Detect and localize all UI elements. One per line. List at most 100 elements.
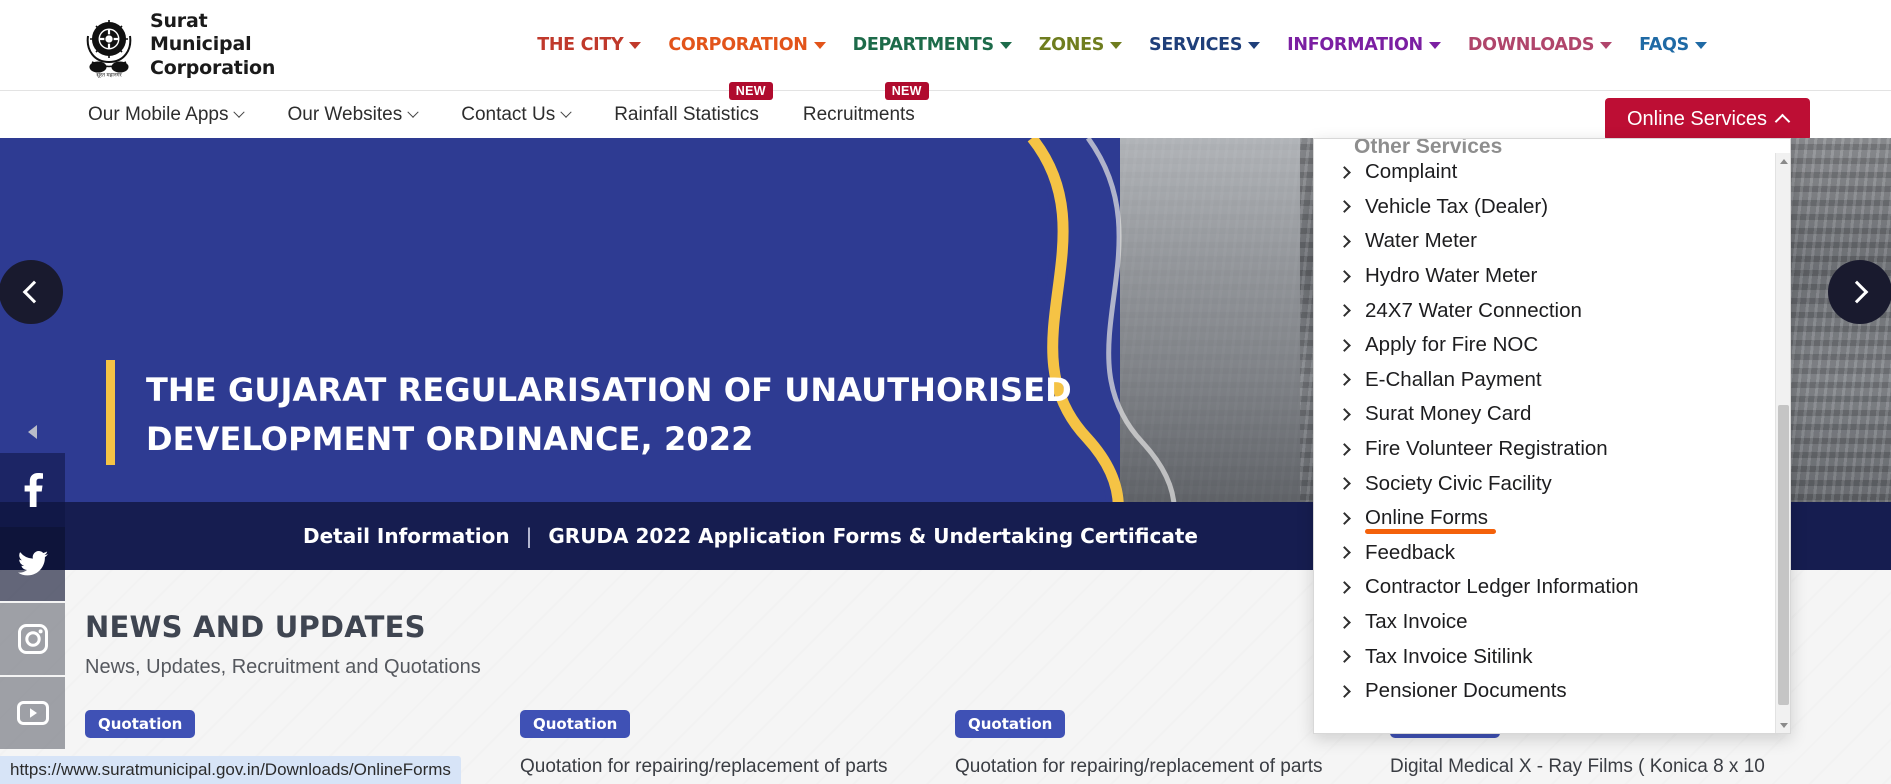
logo-text: Surat Municipal Corporation (150, 10, 275, 80)
social-rail-toggle[interactable] (0, 410, 65, 453)
subnav-label: Our Websites (287, 103, 403, 125)
dropdown-item-complaint[interactable]: Complaint (1314, 155, 1776, 190)
chevron-right-icon (1338, 304, 1351, 318)
surat-municipal-emblem-icon: सूरत महानगर (80, 12, 138, 78)
dropdown-item-label: Tax Invoice Sitilink (1365, 644, 1533, 668)
chevron-right-icon (1338, 373, 1351, 387)
dropdown-item-contractor-ledger-information[interactable]: Contractor Ledger Information (1314, 570, 1776, 605)
nav-label: ZONES (1038, 35, 1105, 55)
chevron-right-icon (1338, 477, 1351, 491)
dropdown-item-hydro-water-meter[interactable]: Hydro Water Meter (1314, 259, 1776, 294)
nav-item-downloads[interactable]: DOWNLOADS (1467, 35, 1613, 55)
chevron-down-icon (233, 106, 246, 118)
hero-accent-bar (106, 360, 115, 465)
dropdown-item-label: Fire Volunteer Registration (1365, 437, 1608, 461)
status-bar-url: https://www.suratmunicipal.gov.in/Downlo… (10, 760, 451, 779)
scrollbar-thumb[interactable] (1778, 405, 1789, 705)
subnav-label: Rainfall Statistics (614, 103, 759, 125)
subnav-item-contact-us[interactable]: Contact Us (461, 103, 572, 126)
collapse-left-icon (28, 424, 37, 439)
scroll-down-arrow-icon[interactable] (1776, 717, 1790, 733)
chevron-down-icon (560, 106, 572, 118)
dropdown-item-label: Online Forms (1365, 506, 1489, 530)
nav-label: THE CITY (537, 35, 624, 55)
dropdown-item-label: Vehicle Tax (Dealer) (1365, 194, 1549, 218)
status-badge: Quotation (955, 710, 1066, 738)
hero-title: THE GUJARAT REGULARISATION OF UNAUTHORIS… (146, 366, 1146, 463)
subnav-item-recruitments[interactable]: Recruitments NEW (802, 81, 929, 126)
hero-title-line-1: THE GUJARAT REGULARISATION OF UNAUTHORIS… (146, 371, 1072, 409)
nav-label: DOWNLOADS (1467, 35, 1595, 55)
news-section-title: NEWS AND UPDATES (85, 610, 426, 644)
dropdown-item-label: Water Meter (1365, 229, 1478, 253)
social-link-instagram[interactable] (0, 601, 65, 675)
social-link-youtube[interactable] (0, 675, 65, 749)
chevron-right-icon (1338, 615, 1351, 629)
logo-line-1: Surat (150, 10, 208, 33)
dropdown-item-e-challan-payment[interactable]: E-Challan Payment (1314, 363, 1776, 398)
chevron-right-icon (1338, 442, 1351, 456)
dropdown-item-surat-money-card[interactable]: Surat Money Card (1314, 397, 1776, 432)
secondary-navigation: Our Mobile Apps Our Websites Contact Us … (0, 81, 1891, 141)
hero-strip-detail-link[interactable]: Detail Information (303, 524, 510, 548)
hero-next-button[interactable] (1828, 260, 1891, 324)
nav-item-zones[interactable]: ZONES (1038, 35, 1123, 55)
subnav-label: Contact Us (461, 103, 556, 125)
dropdown-item-apply-for-fire-noc[interactable]: Apply for Fire NOC (1314, 328, 1776, 363)
dropdown-item-label: 24X7 Water Connection (1365, 298, 1582, 322)
nav-item-the-city[interactable]: THE CITY (537, 35, 642, 55)
new-badge: NEW (884, 81, 929, 100)
dropdown-scrollbar[interactable] (1775, 153, 1790, 733)
chevron-right-icon (1338, 546, 1351, 560)
news-card[interactable]: Quotation Quotation for repairing/replac… (520, 710, 955, 780)
site-logo[interactable]: सूरत महानगर Surat Municipal Corporation (80, 10, 275, 80)
logo-line-2: Municipal (150, 33, 252, 56)
nav-label: INFORMATION (1287, 35, 1423, 55)
dropdown-item-fire-volunteer-registration[interactable]: Fire Volunteer Registration (1314, 432, 1776, 467)
chevron-down-icon (407, 106, 419, 118)
dropdown-item-tax-invoice-sitilink[interactable]: Tax Invoice Sitilink (1314, 639, 1776, 674)
hero-title-line-2: DEVELOPMENT ORDINANCE, 2022 (146, 419, 754, 458)
chevron-down-icon (1428, 41, 1441, 49)
chevron-right-icon (1338, 338, 1351, 352)
subnav-item-our-websites[interactable]: Our Websites (287, 103, 419, 126)
dropdown-item-society-civic-facility[interactable]: Society Civic Facility (1314, 466, 1776, 501)
status-badge: Quotation (520, 710, 631, 738)
main-navigation: THE CITY CORPORATION DEPARTMENTS ZONES S… (537, 35, 1707, 55)
nav-label: SERVICES (1149, 35, 1243, 55)
online-services-dropdown: Other Services Complaint Vehicle Tax (De… (1313, 138, 1791, 734)
online-services-button[interactable]: Online Services (1605, 98, 1811, 141)
scroll-up-arrow-icon[interactable] (1776, 153, 1790, 169)
chevron-right-icon (1338, 269, 1351, 283)
twitter-icon (17, 551, 48, 576)
nav-item-corporation[interactable]: CORPORATION (668, 35, 826, 55)
site-header: सूरत महानगर Surat Municipal Corporation … (0, 0, 1891, 90)
dropdown-item-tax-invoice[interactable]: Tax Invoice (1314, 605, 1776, 640)
dropdown-item-list: Complaint Vehicle Tax (Dealer) Water Met… (1314, 155, 1776, 709)
chevron-right-icon (1338, 581, 1351, 594)
dropdown-item-water-meter[interactable]: Water Meter (1314, 224, 1776, 259)
dropdown-item-24x7-water-connection[interactable]: 24X7 Water Connection (1314, 293, 1776, 328)
subnav-item-our-mobile-apps[interactable]: Our Mobile Apps (88, 104, 246, 126)
nav-item-services[interactable]: SERVICES (1149, 35, 1261, 55)
chevron-right-icon (1338, 650, 1351, 663)
hero-strip-forms-link[interactable]: GRUDA 2022 Application Forms & Undertaki… (548, 524, 1198, 548)
dropdown-item-feedback[interactable]: Feedback (1314, 536, 1776, 571)
chevron-down-icon (999, 41, 1012, 49)
dropdown-item-label: Hydro Water Meter (1365, 264, 1538, 288)
instagram-icon (17, 624, 48, 654)
nav-item-information[interactable]: INFORMATION (1287, 35, 1441, 55)
svg-text:सूरत महानगर: सूरत महानगर (96, 72, 122, 78)
dropdown-item-vehicle-tax-dealer[interactable]: Vehicle Tax (Dealer) (1314, 190, 1776, 225)
social-link-facebook[interactable] (0, 453, 65, 527)
dropdown-item-online-forms[interactable]: Online Forms (1314, 501, 1776, 536)
subnav-item-rainfall-statistics[interactable]: Rainfall Statistics NEW (614, 81, 773, 126)
nav-item-faqs[interactable]: FAQS (1639, 35, 1707, 55)
social-link-twitter[interactable] (0, 527, 65, 601)
chevron-left-icon (22, 280, 46, 304)
subnav-label: Recruitments (802, 103, 915, 125)
chevron-right-icon (1338, 684, 1351, 698)
nav-item-departments[interactable]: DEPARTMENTS (853, 35, 1012, 55)
hero-prev-button[interactable] (0, 260, 63, 324)
dropdown-item-pensioner-documents[interactable]: Pensioner Documents (1314, 674, 1776, 709)
